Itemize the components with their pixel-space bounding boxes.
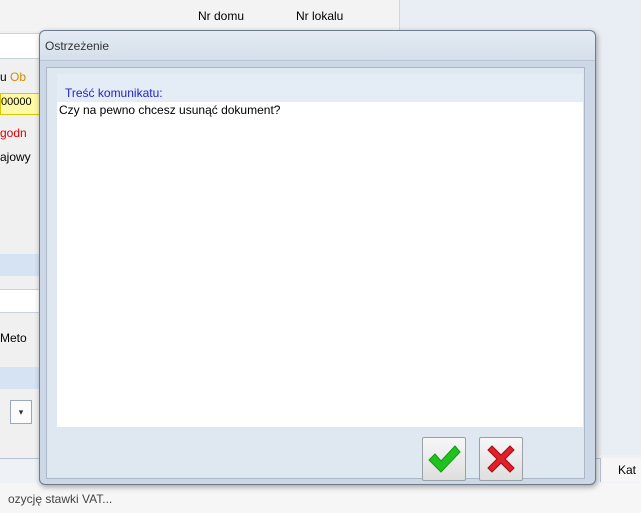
background-label-row: u Ob bbox=[0, 70, 40, 84]
check-icon bbox=[428, 445, 461, 473]
status-text: ozycję stawki VAT... bbox=[8, 492, 113, 506]
message-label-row: Treść komunikatu: bbox=[57, 74, 583, 102]
cross-icon bbox=[487, 445, 515, 473]
background-dropdown[interactable]: ▾ bbox=[10, 400, 32, 424]
message-label: Treść komunikatu: bbox=[65, 86, 163, 100]
background-field[interactable] bbox=[0, 33, 40, 59]
column-header-kat-label: Kat bbox=[618, 463, 637, 477]
warning-dialog: Ostrzeżenie Treść komunikatu: Czy na pew… bbox=[39, 30, 596, 485]
background-yellow-field[interactable]: 00000 bbox=[0, 93, 42, 115]
column-header-nr-domu: Nr domu bbox=[198, 9, 245, 23]
message-text: Czy na pewno chcesz usunąć dokument? bbox=[59, 103, 281, 117]
confirm-button[interactable] bbox=[422, 437, 466, 481]
background-text-ajowy: ajowy bbox=[0, 150, 31, 164]
background-yellow-value: 00000 bbox=[1, 96, 32, 108]
background-field-2[interactable] bbox=[0, 289, 40, 313]
background-group-band-2 bbox=[0, 367, 40, 389]
column-header-nr-lokalu: Nr lokalu bbox=[296, 9, 344, 23]
background-text-meto: Meto bbox=[0, 331, 27, 345]
background-warning-text: godn bbox=[0, 126, 27, 140]
dialog-body: Treść komunikatu: Czy na pewno chcesz us… bbox=[46, 67, 585, 481]
message-panel: Treść komunikatu: Czy na pewno chcesz us… bbox=[57, 74, 583, 427]
cancel-button[interactable] bbox=[479, 437, 523, 481]
dialog-title-bar[interactable]: Ostrzeżenie bbox=[40, 31, 595, 61]
background-group-band bbox=[0, 254, 40, 276]
background-label-u: u bbox=[0, 70, 7, 84]
chevron-down-icon: ▾ bbox=[18, 407, 24, 417]
dialog-title: Ostrzeżenie bbox=[45, 39, 110, 53]
column-header-kat[interactable]: Kat bbox=[600, 458, 641, 482]
background-label-ob: Ob bbox=[10, 70, 27, 84]
